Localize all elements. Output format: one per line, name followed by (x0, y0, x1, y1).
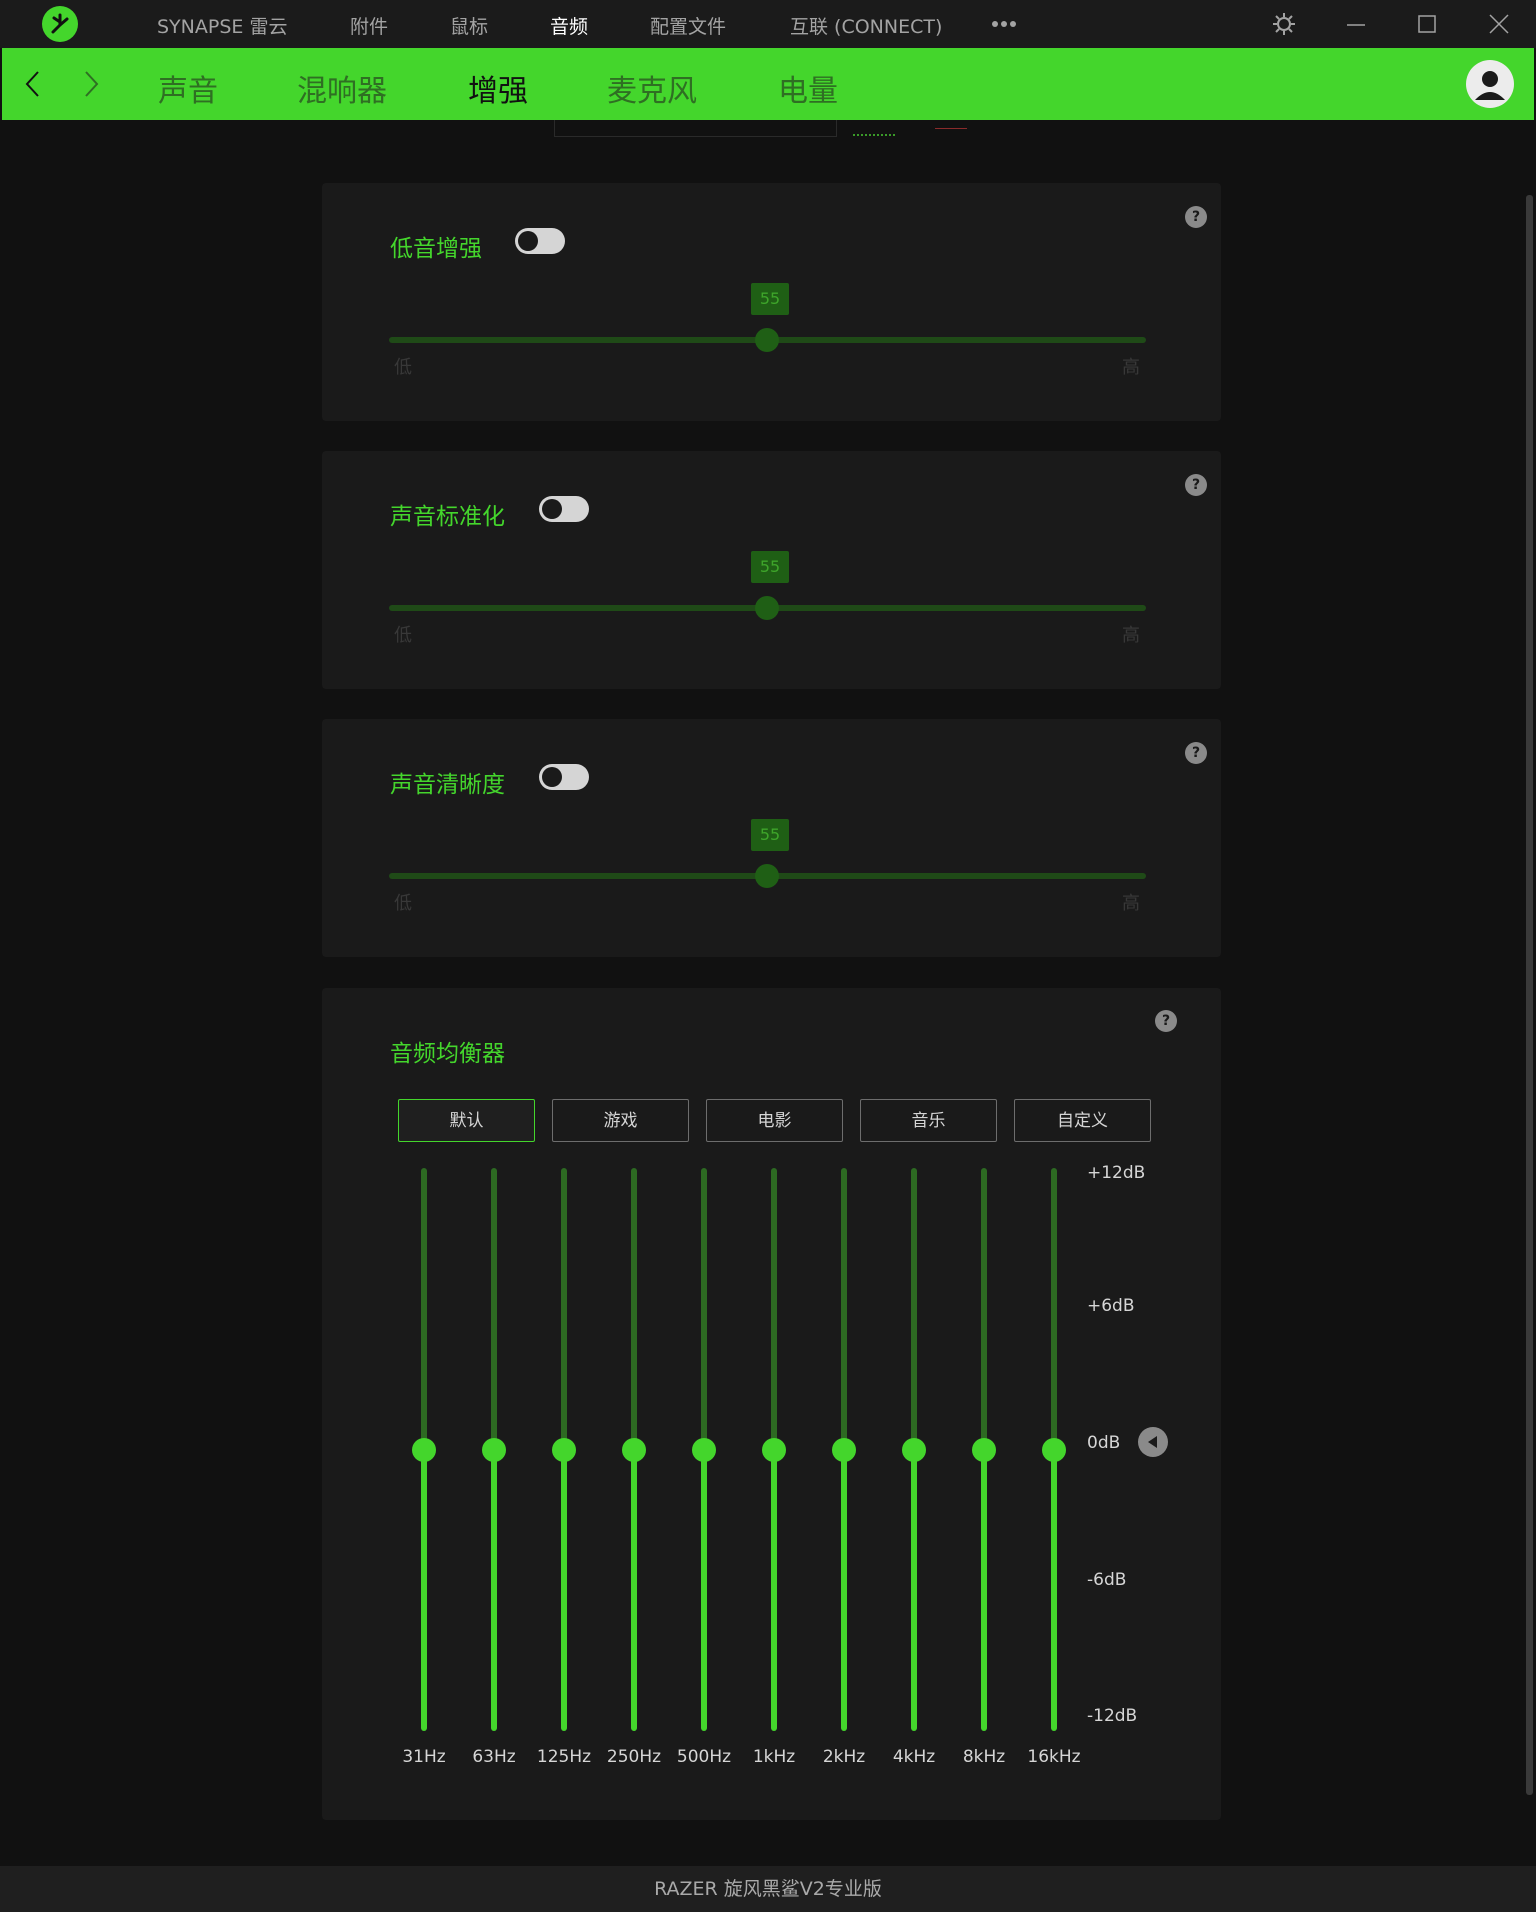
eq-frequency-label: 500Hz (676, 1747, 732, 1767)
help-icon[interactable]: ? (1185, 206, 1207, 228)
eq-band-thumb[interactable] (692, 1437, 716, 1462)
voice-clarity-toggle[interactable] (539, 764, 589, 790)
slider-low-label: 低 (394, 625, 412, 646)
eq-band-thumb[interactable] (762, 1437, 786, 1462)
preset-music-button[interactable]: 音乐 (860, 1099, 997, 1142)
db-label-zero: 0dB (1087, 1433, 1121, 1453)
card-title: 声音标准化 (390, 504, 505, 530)
maximize-icon[interactable] (1413, 10, 1441, 38)
help-icon[interactable]: ? (1185, 742, 1207, 764)
previous-section-remnant-line (853, 134, 895, 136)
tab-enhancement[interactable]: 增强 (468, 66, 528, 110)
eq-frequency-label: 125Hz (536, 1747, 592, 1767)
nav-accessories[interactable]: 附件 (350, 12, 388, 39)
db-label-min: -12dB (1087, 1706, 1138, 1726)
device-name: RAZER 旋风黑鲨V2专业版 (654, 1878, 882, 1900)
tab-mixer[interactable]: 混响器 (297, 66, 387, 110)
tab-sound[interactable]: 声音 (158, 66, 218, 110)
tab-power[interactable]: 电量 (778, 66, 838, 110)
eq-band-thumb[interactable] (972, 1437, 996, 1462)
user-avatar-icon[interactable] (1466, 60, 1514, 108)
slider-high-label: 高 (1122, 357, 1140, 378)
card-title: 声音清晰度 (390, 772, 505, 798)
chevron-right-icon[interactable] (74, 68, 106, 100)
eq-band-thumb[interactable] (902, 1437, 926, 1462)
slider-value-badge: 55 (751, 819, 789, 851)
eq-band-thumb[interactable] (482, 1437, 506, 1462)
nav-connect[interactable]: 互联 (CONNECT) (790, 12, 942, 39)
minimize-icon[interactable] (1342, 10, 1370, 38)
previous-section-remnant-mark (935, 128, 967, 129)
eq-frequency-label: 2kHz (822, 1747, 866, 1767)
slider-value-badge: 55 (751, 283, 789, 315)
nav-profiles[interactable]: 配置文件 (650, 12, 726, 39)
title-bar: SYNAPSE 雷云 附件 鼠标 音频 配置文件 互联 (CONNECT) (0, 0, 1536, 48)
slider-thumb[interactable] (755, 596, 779, 620)
help-icon[interactable]: ? (1155, 1010, 1177, 1032)
eq-band-thumb[interactable] (1042, 1437, 1066, 1462)
eq-band-thumb[interactable] (622, 1437, 646, 1462)
card-title: 音频均衡器 (390, 1041, 505, 1067)
slider-thumb[interactable] (755, 864, 779, 888)
sound-normalization-toggle[interactable] (539, 496, 589, 522)
vertical-scrollbar[interactable] (1526, 195, 1533, 1795)
gear-icon[interactable] (1270, 10, 1298, 38)
footer-device-name: RAZER 旋风黑鲨V2专业版 (0, 1866, 1536, 1912)
more-dots-icon[interactable] (990, 10, 1018, 38)
razer-logo-icon[interactable] (42, 6, 78, 42)
eq-frequency-label: 16kHz (1027, 1747, 1081, 1767)
nav-mouse[interactable]: 鼠标 (450, 12, 488, 39)
eq-frequency-label: 8kHz (962, 1747, 1006, 1767)
help-icon[interactable]: ? (1185, 474, 1207, 496)
eq-band-thumb[interactable] (412, 1437, 436, 1462)
preset-game-button[interactable]: 游戏 (552, 1099, 689, 1142)
nav-audio[interactable]: 音频 (550, 12, 588, 39)
preset-default-button[interactable]: 默认 (398, 1099, 535, 1142)
db-label-max: +12dB (1087, 1163, 1146, 1183)
db-label-plus6: +6dB (1087, 1296, 1135, 1316)
slider-value-badge: 55 (751, 551, 789, 583)
slider-thumb[interactable] (755, 328, 779, 352)
eq-frequency-label: 4kHz (892, 1747, 936, 1767)
reset-triangle-icon[interactable] (1138, 1427, 1168, 1457)
voice-clarity-card: 声音清晰度 ? 55 低 高 (322, 719, 1221, 957)
card-title: 低音增强 (390, 236, 482, 262)
db-label-minus6: -6dB (1087, 1570, 1127, 1590)
slider-low-label: 低 (394, 893, 412, 914)
eq-band-thumb[interactable] (552, 1437, 576, 1462)
eq-frequency-label: 1kHz (752, 1747, 796, 1767)
eq-frequency-label: 31Hz (402, 1747, 446, 1767)
tab-microphone[interactable]: 麦克风 (607, 66, 697, 110)
bass-boost-card: 低音增强 ? 55 低 高 (322, 183, 1221, 421)
close-icon[interactable] (1485, 10, 1513, 38)
sound-normalization-card: 声音标准化 ? 55 低 高 (322, 451, 1221, 689)
slider-high-label: 高 (1122, 625, 1140, 646)
eq-band-thumb[interactable] (832, 1437, 856, 1462)
eq-frequency-label: 250Hz (606, 1747, 662, 1767)
slider-low-label: 低 (394, 357, 412, 378)
sub-navigation: 声音 混响器 增强 麦克风 电量 (2, 48, 1534, 120)
previous-section-remnant (554, 120, 837, 137)
chevron-left-icon[interactable] (18, 68, 50, 100)
nav-synapse[interactable]: SYNAPSE 雷云 (157, 12, 287, 39)
preset-custom-button[interactable]: 自定义 (1014, 1099, 1151, 1142)
slider-high-label: 高 (1122, 893, 1140, 914)
bass-boost-toggle[interactable] (515, 228, 565, 254)
eq-frequency-label: 63Hz (472, 1747, 516, 1767)
preset-movie-button[interactable]: 电影 (706, 1099, 843, 1142)
